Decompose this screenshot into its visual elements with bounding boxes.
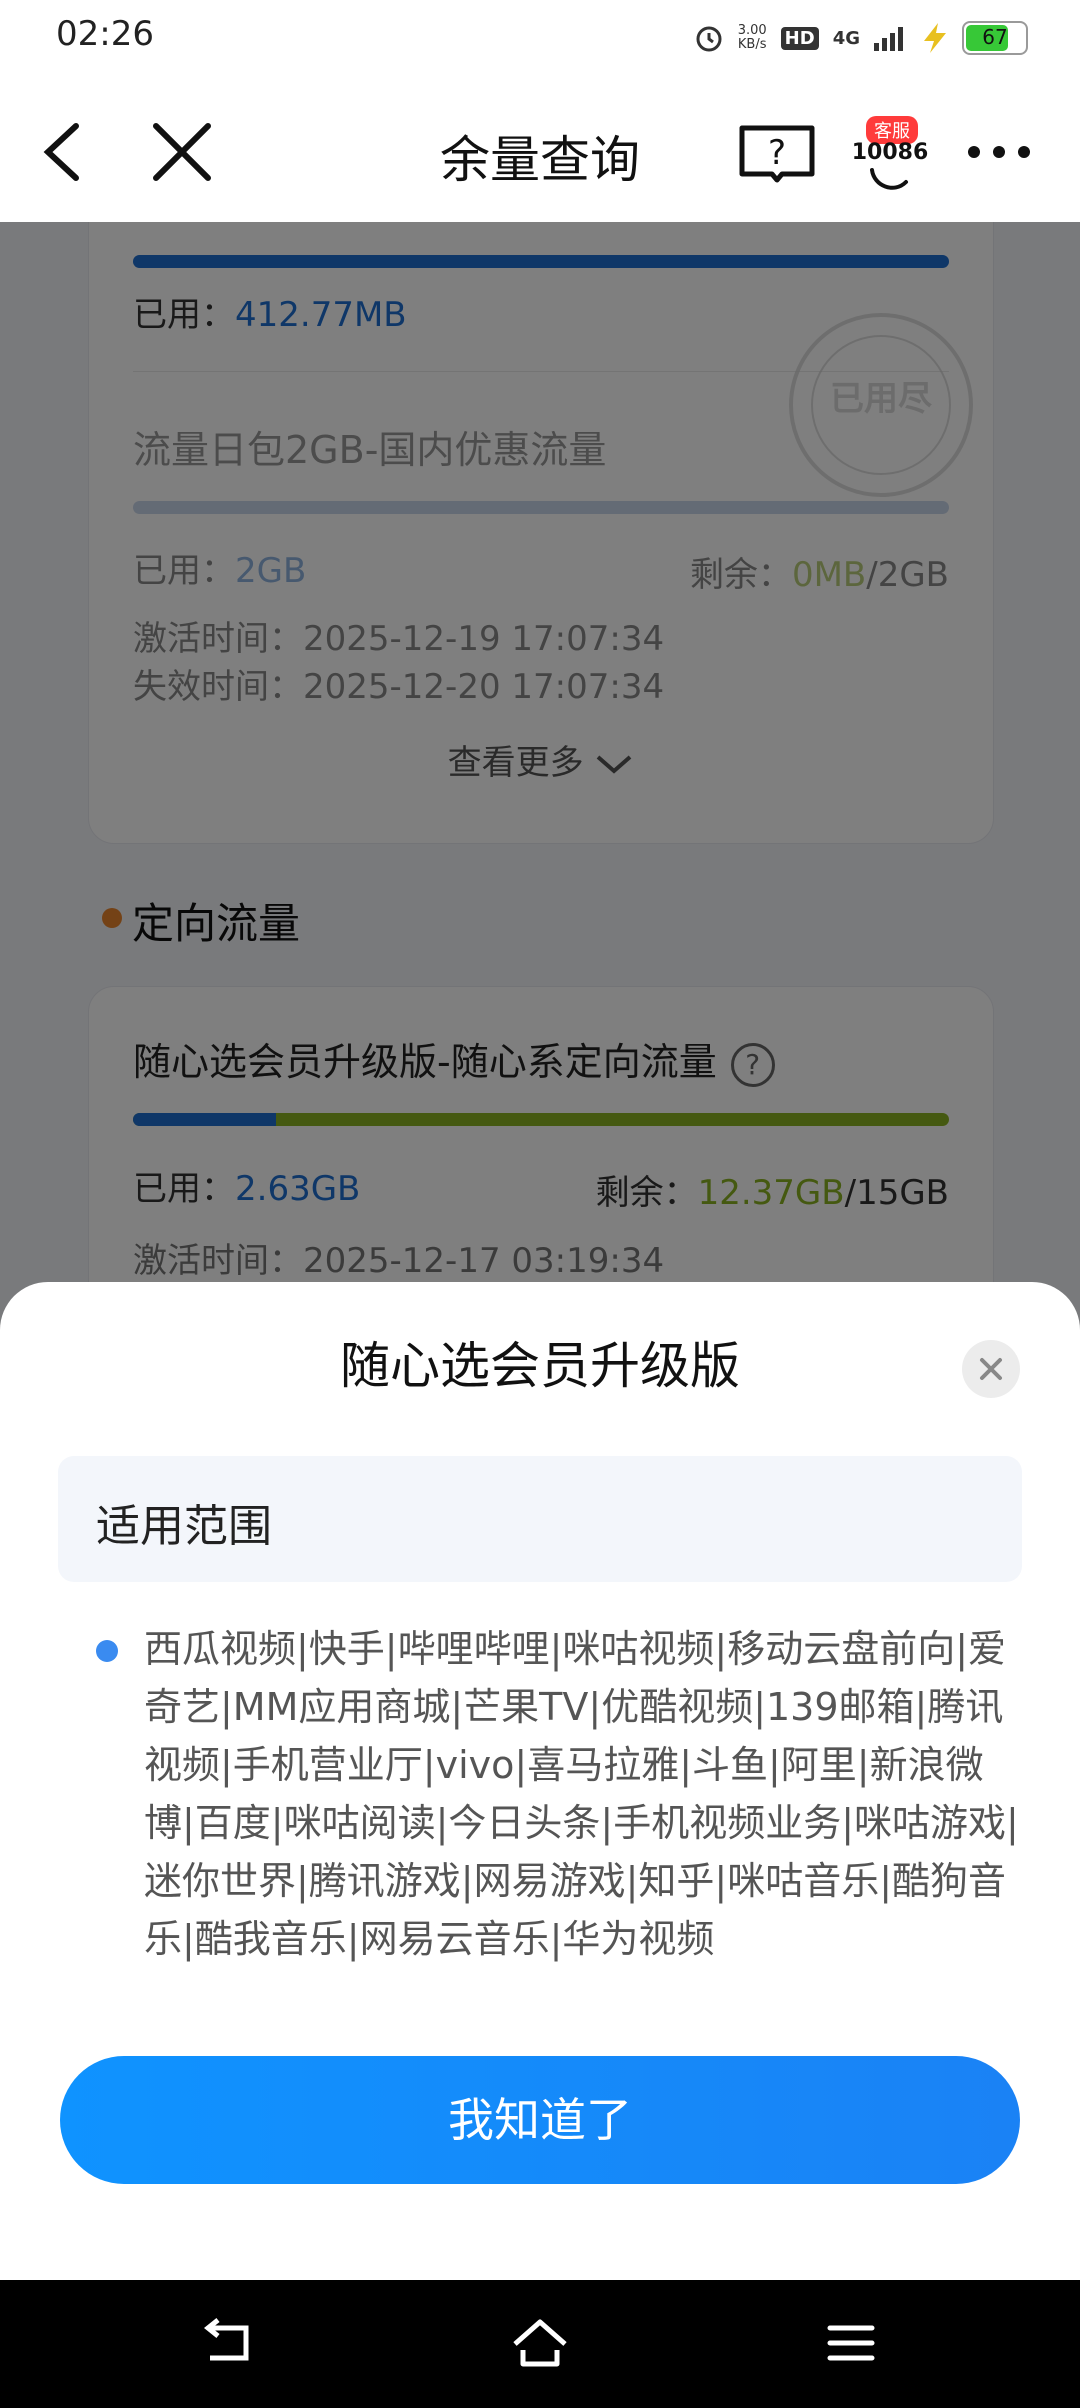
bottom-sheet-dialog: 随心选会员升级版 适用范围 西瓜视频|快手|哔哩哔哩|咪咕视频|移动云盘前向|爱… [0,1282,1080,2280]
charging-icon [924,23,946,53]
more-icon[interactable] [964,116,1034,188]
customer-service-button[interactable]: 客服 10086 [850,116,930,196]
help-book-icon[interactable]: ? [736,116,818,188]
svg-text:?: ? [768,133,786,173]
system-nav-bar [0,2280,1080,2408]
service-number: 10086 [851,140,929,165]
status-bar: 02:26 3.00 KB/s HD 4G 67 [0,0,1080,76]
signal-icon [874,27,903,51]
network-type: 4G [832,27,860,49]
applicable-apps-list: 西瓜视频|快手|哔哩哔哩|咪咕视频|移动云盘前向|爱奇艺|MM应用商城|芒果TV… [144,1627,1019,1961]
back-nav-icon[interactable] [196,2310,262,2376]
bullet-dot [96,1640,118,1662]
home-icon[interactable] [507,2310,573,2376]
alarm-icon [696,26,722,52]
sheet-title: 随心选会员升级版 [340,1337,740,1395]
sheet-close-button[interactable] [962,1340,1020,1398]
top-nav-bar: 余量查询 ? 客服 10086 [0,76,1080,222]
menu-icon[interactable] [818,2310,884,2376]
headset-icon [870,168,908,190]
scope-header: 适用范围 [58,1456,1022,1582]
hd-icon: HD [780,26,819,50]
confirm-button[interactable]: 我知道了 [60,2056,1020,2184]
status-time: 02:26 [56,14,154,54]
battery-icon: 67 [962,21,1028,55]
scope-label: 适用范围 [96,1501,272,1552]
close-icon [980,1358,1002,1380]
network-speed: 3.00 KB/s [737,23,767,52]
status-icons: 3.00 KB/s HD 4G 67 [694,18,1028,58]
